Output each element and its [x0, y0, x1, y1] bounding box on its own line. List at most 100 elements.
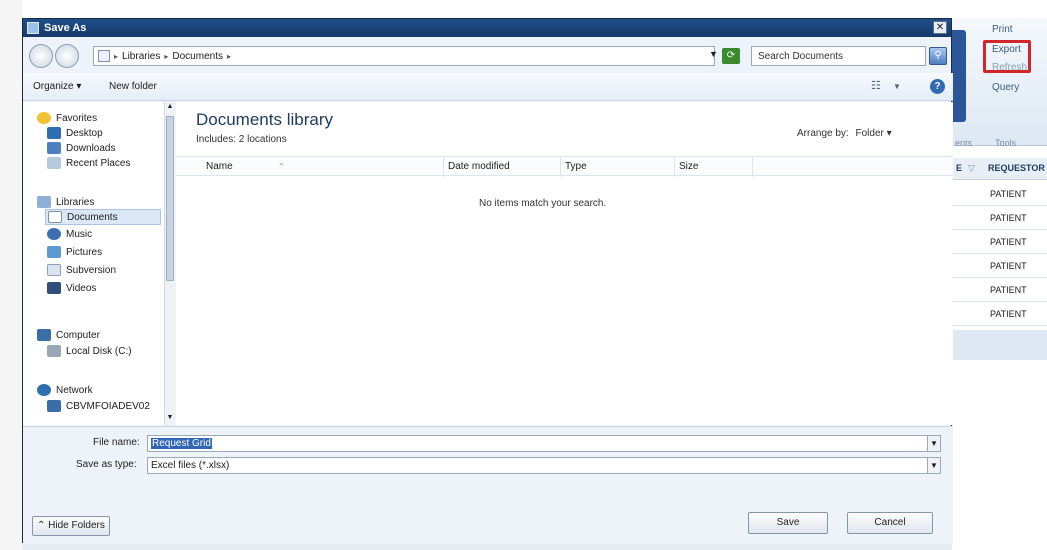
subversion-icon — [47, 264, 61, 276]
breadcrumb-arrow-icon[interactable]: ▸ — [227, 52, 231, 61]
column-date-modified[interactable]: Date modified — [448, 161, 510, 172]
column-divider[interactable] — [443, 157, 444, 177]
save-type-select[interactable]: Excel files (*.xlsx) ▼ — [147, 457, 941, 474]
cancel-button[interactable]: Cancel — [847, 512, 933, 534]
libraries-icon — [37, 196, 51, 208]
desktop-icon — [47, 127, 61, 139]
nav-label: Local Disk (C:) — [66, 345, 132, 357]
nav-label: Recent Places — [66, 157, 131, 169]
nav-label: Computer — [56, 329, 100, 341]
nav-label: Favorites — [56, 112, 98, 124]
search-input[interactable]: Search Documents — [751, 46, 926, 66]
library-includes[interactable]: Includes: 2 locations — [196, 134, 287, 145]
nav-libraries[interactable]: Libraries — [37, 196, 94, 208]
save-button[interactable]: Save — [748, 512, 828, 534]
breadcrumb-documents[interactable]: Documents — [172, 51, 223, 62]
grid-row[interactable]: PATIENT — [950, 302, 1047, 326]
downloads-icon — [47, 142, 61, 154]
back-button[interactable] — [29, 44, 53, 68]
close-button[interactable]: ✕ — [933, 21, 947, 34]
grid-cell: PATIENT — [990, 189, 1027, 199]
save-type-dropdown-icon[interactable]: ▼ — [927, 458, 940, 473]
refresh-icon[interactable]: ⟳ — [722, 48, 740, 64]
nav-computer[interactable]: Computer — [37, 329, 100, 341]
column-size[interactable]: Size — [679, 161, 698, 172]
address-dropdown-icon[interactable]: ▼ — [709, 49, 718, 59]
hide-folders-label: Hide Folders — [48, 520, 105, 531]
recent-places-icon — [47, 157, 61, 169]
ribbon-group-label: ents — [955, 138, 973, 148]
file-name-dropdown-icon[interactable]: ▼ — [927, 436, 940, 451]
nav-label: Libraries — [56, 196, 95, 208]
arrange-by-dropdown[interactable]: Folder ▾ — [855, 128, 891, 139]
empty-message: No items match your search. — [479, 198, 607, 209]
nav-music[interactable]: Music — [47, 228, 92, 240]
scroll-up-icon[interactable]: ▲ — [166, 103, 174, 113]
grid-row[interactable]: PATIENT — [950, 206, 1047, 230]
nav-recent-places[interactable]: Recent Places — [47, 157, 130, 169]
ribbon-query[interactable]: Query — [992, 82, 1019, 93]
grid-footer-bar — [950, 330, 1047, 360]
scroll-down-icon[interactable]: ▼ — [166, 414, 174, 424]
sort-arrow-icon: ⌃ — [278, 162, 285, 171]
nav-scrollbar[interactable]: ▲ ▼ — [164, 102, 175, 425]
ribbon-print[interactable]: Print — [992, 24, 1013, 35]
arrange-by: Arrange by: Folder ▾ — [797, 128, 892, 139]
disk-icon — [47, 345, 61, 357]
view-dropdown-icon[interactable]: ▼ — [893, 82, 901, 91]
new-folder-button[interactable]: New folder — [109, 81, 157, 92]
filter-icon[interactable]: ▽ — [968, 163, 975, 174]
network-icon — [37, 384, 51, 396]
save-options-panel: File name: Request Grid ▼ Save as type: … — [23, 426, 953, 544]
address-bar[interactable]: ▸ Libraries ▸ Documents ▸ — [93, 46, 715, 66]
nav-label: CBVMFOIADEV02 — [66, 400, 150, 412]
breadcrumb-arrow-icon[interactable]: ▸ — [164, 52, 168, 61]
column-type[interactable]: Type — [565, 161, 587, 172]
nav-subversion[interactable]: Subversion — [47, 264, 116, 276]
search-icon[interactable]: ⚲ — [929, 47, 947, 65]
library-title: Documents library — [196, 110, 333, 129]
nav-network-host[interactable]: CBVMFOIADEV02 — [47, 400, 150, 412]
grid-header-prev[interactable]: E — [956, 163, 962, 173]
grid-header: E ▽ REQUESTOR — [950, 158, 1047, 180]
nav-label: Pictures — [66, 246, 103, 258]
hide-folders-button[interactable]: ⌃ Hide Folders — [32, 516, 110, 536]
file-name-input[interactable]: Request Grid ▼ — [147, 435, 941, 452]
column-divider[interactable] — [560, 157, 561, 177]
breadcrumb-libraries[interactable]: Libraries — [122, 51, 160, 62]
dialog-titlebar[interactable]: Save As — [23, 19, 951, 37]
grid-row[interactable]: PATIENT — [950, 254, 1047, 278]
grid-row[interactable]: PATIENT — [950, 182, 1047, 206]
view-options-icon[interactable]: ☷ — [871, 79, 881, 92]
scroll-thumb[interactable] — [166, 116, 174, 281]
navigation-pane: Favorites Desktop Downloads Recent Place… — [23, 102, 175, 425]
grid-cell: PATIENT — [990, 285, 1027, 295]
column-divider[interactable] — [674, 157, 675, 177]
nav-documents[interactable]: Documents — [45, 209, 161, 225]
nav-downloads[interactable]: Downloads — [47, 142, 115, 154]
dialog-toolbar: Organize ▾ New folder ☷ ▼ ? — [23, 73, 953, 101]
nav-network[interactable]: Network — [37, 384, 93, 396]
pictures-icon — [47, 246, 61, 258]
nav-favorites[interactable]: Favorites — [37, 112, 97, 124]
nav-label: Subversion — [66, 264, 117, 276]
breadcrumb-arrow-icon[interactable]: ▸ — [114, 52, 118, 61]
grid-row[interactable]: PATIENT — [950, 230, 1047, 254]
grid-header-requestor[interactable]: REQUESTOR — [988, 163, 1045, 173]
nav-desktop[interactable]: Desktop — [47, 127, 103, 139]
nav-local-disk[interactable]: Local Disk (C:) — [47, 345, 132, 357]
organize-button[interactable]: Organize ▾ — [33, 81, 81, 92]
save-icon — [27, 22, 39, 34]
export-highlight-box — [983, 40, 1031, 73]
nav-videos[interactable]: Videos — [47, 282, 96, 294]
nav-label: Network — [56, 384, 93, 396]
column-divider[interactable] — [752, 157, 753, 177]
arrange-by-label: Arrange by: — [797, 128, 849, 139]
column-name[interactable]: Name — [206, 161, 233, 172]
help-icon[interactable]: ? — [930, 79, 945, 94]
file-name-value[interactable]: Request Grid — [151, 438, 212, 449]
grid-cell: PATIENT — [990, 237, 1027, 247]
grid-row[interactable]: PATIENT — [950, 278, 1047, 302]
forward-button[interactable] — [55, 44, 79, 68]
nav-pictures[interactable]: Pictures — [47, 246, 102, 258]
